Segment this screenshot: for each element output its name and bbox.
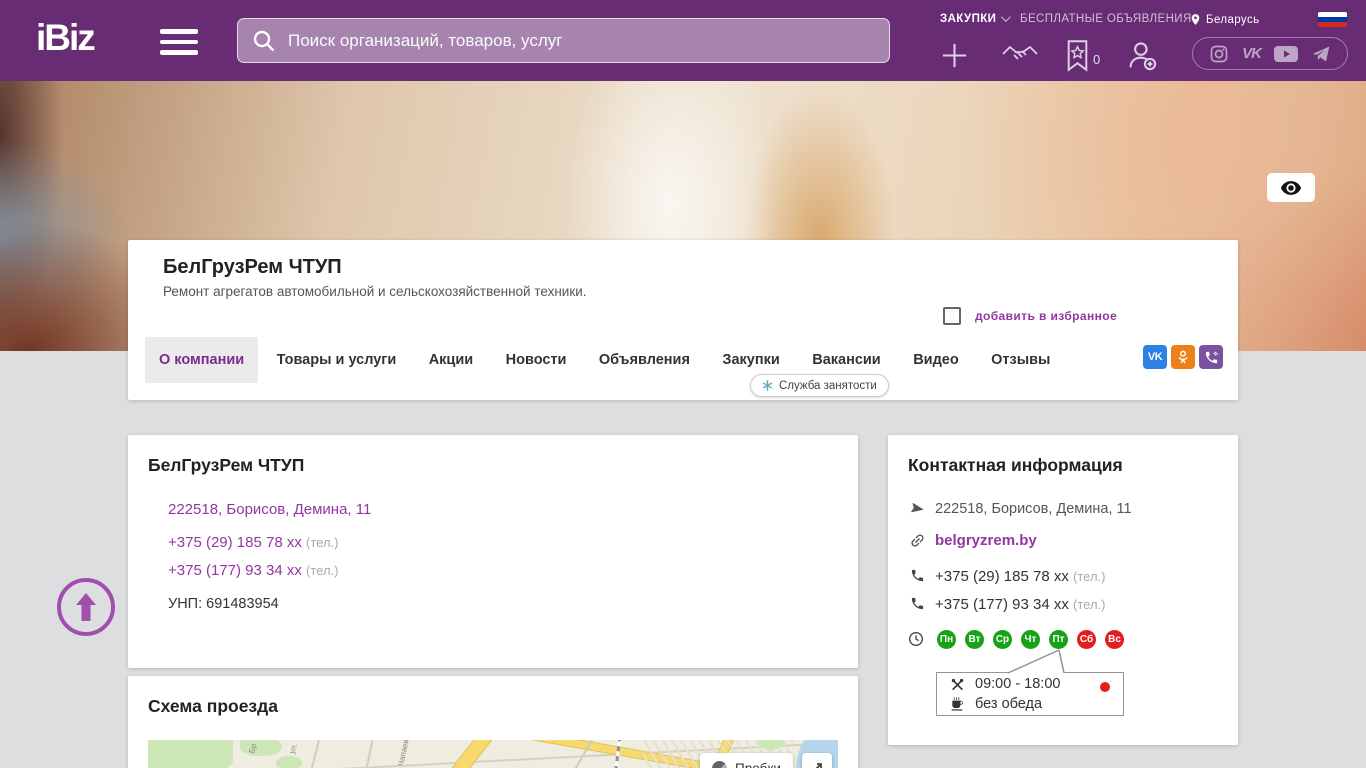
lunch-row: без обеда xyxy=(947,696,1042,712)
bookmark-star-icon[interactable] xyxy=(1064,39,1091,77)
expand-icon xyxy=(812,763,822,768)
hamburger-menu-icon[interactable] xyxy=(160,29,198,56)
phone-suffix: (тел.) xyxy=(306,535,339,550)
day-badge-sat[interactable]: Сб xyxy=(1077,630,1096,649)
contact-card-title: Контактная информация xyxy=(908,455,1123,475)
favorites-count: 0 xyxy=(1093,52,1101,67)
map-canvas[interactable]: Бр ул. Чапаева Пробки xyxy=(148,740,838,768)
website-link[interactable]: belgryzrem.by xyxy=(935,532,1037,549)
search-bar xyxy=(237,18,890,63)
contact-website-row[interactable]: belgryzrem.by xyxy=(908,532,1037,549)
contact-phone-row-2[interactable]: +375 (177) 93 34 xx (тел.) xyxy=(908,596,1105,613)
company-tabs: О компании Товары и услуги Акции Новости… xyxy=(145,337,1064,383)
vk-icon[interactable]: VK xyxy=(1143,345,1167,369)
header-social-bar: VK xyxy=(1192,37,1348,70)
telegram-icon[interactable] xyxy=(1311,44,1331,64)
company-title: БелГрузРем ЧТУП xyxy=(163,256,342,278)
phone-icon xyxy=(908,568,926,583)
tab-ads[interactable]: Объявления xyxy=(585,337,704,383)
map-card: Схема проезда Бр ул. Чапаева Пробки xyxy=(128,676,858,768)
favorite-label: добавить в избранное xyxy=(975,309,1118,323)
hours-row: 09:00 - 18:00 xyxy=(947,676,1060,692)
company-social-links: VK xyxy=(1143,345,1223,369)
odnoklassniki-icon[interactable] xyxy=(1171,345,1195,369)
person-add-icon[interactable] xyxy=(1126,40,1158,77)
contact-card: Контактная информация 222518, Борисов, Д… xyxy=(888,435,1238,745)
traffic-light-icon xyxy=(712,760,727,768)
about-phone-1[interactable]: +375 (29) 185 78 xx (тел.) xyxy=(168,534,338,551)
employment-asterisk-icon xyxy=(762,380,773,391)
search-icon xyxy=(253,30,275,51)
clock-icon xyxy=(908,631,924,652)
contact-phone-row-1[interactable]: +375 (29) 185 78 xx (тел.) xyxy=(908,568,1105,585)
day-badge-sun[interactable]: Вс xyxy=(1105,630,1124,649)
tools-icon xyxy=(947,677,967,692)
language-flag-ru[interactable] xyxy=(1318,12,1347,27)
search-input[interactable] xyxy=(276,30,889,51)
about-phone-2[interactable]: +375 (177) 93 34 xx (тел.) xyxy=(168,562,338,579)
about-card-title: БелГрузРем ЧТУП xyxy=(148,455,305,475)
status-dot xyxy=(1100,682,1110,692)
about-address-link[interactable]: 222518, Борисов, Демина, 11 xyxy=(168,501,371,518)
location-pin-icon xyxy=(1191,14,1200,25)
employment-service-badge[interactable]: Служба занятости xyxy=(750,374,889,397)
day-badge-thu[interactable]: Чт xyxy=(1021,630,1040,649)
navigation-arrow-icon xyxy=(908,501,926,516)
viber-icon[interactable] xyxy=(1199,345,1223,369)
traffic-button[interactable]: Пробки xyxy=(700,753,793,768)
chevron-down-icon xyxy=(1001,12,1012,23)
coffee-cup-icon xyxy=(947,696,967,712)
vk-icon[interactable]: VK xyxy=(1242,45,1262,62)
contact-address-row: 222518, Борисов, Демина, 11 xyxy=(908,501,1132,517)
day-badge-wed[interactable]: Ср xyxy=(993,630,1012,649)
menu-purchases[interactable]: ЗАКУПКИ xyxy=(940,12,1012,25)
arrow-up-icon xyxy=(76,593,96,621)
instagram-icon[interactable] xyxy=(1209,44,1229,64)
working-days: Пн Вт Ср Чт Пт Сб Вс xyxy=(937,630,1124,649)
tab-video[interactable]: Видео xyxy=(899,337,973,383)
phone-icon xyxy=(908,596,926,611)
youtube-icon[interactable] xyxy=(1273,45,1298,63)
day-badge-mon[interactable]: Пн xyxy=(937,630,956,649)
day-badge-fri[interactable]: Пт xyxy=(1049,630,1068,649)
country-selector[interactable]: Беларусь xyxy=(1189,13,1260,26)
tab-promotions[interactable]: Акции xyxy=(415,337,487,383)
views-eye-icon[interactable] xyxy=(1267,173,1315,202)
company-unp: УНП: 691483954 xyxy=(168,596,279,612)
tab-news[interactable]: Новости xyxy=(492,337,581,383)
map-expand-button[interactable] xyxy=(802,753,832,768)
scroll-to-top-button[interactable] xyxy=(57,578,115,636)
working-hours-tooltip: 09:00 - 18:00 без обеда xyxy=(936,672,1124,716)
page: iBiz ЗАКУПКИ БЕСПЛАТНЫЕ ОБЪЯВЛЕНИЯ Белар… xyxy=(0,0,1366,768)
tab-products[interactable]: Товары и услуги xyxy=(263,337,411,383)
link-icon xyxy=(908,532,926,549)
favorite-checkbox[interactable] xyxy=(943,307,961,325)
map-card-title: Схема проезда xyxy=(148,696,278,716)
menu-free-ads[interactable]: БЕСПЛАТНЫЕ ОБЪЯВЛЕНИЯ xyxy=(1020,13,1192,25)
tab-about[interactable]: О компании xyxy=(145,337,259,383)
tab-reviews[interactable]: Отзывы xyxy=(977,337,1064,383)
add-to-favorites[interactable]: добавить в избранное xyxy=(943,307,1117,325)
header: iBiz ЗАКУПКИ БЕСПЛАТНЫЕ ОБЪЯВЛЕНИЯ Белар… xyxy=(0,0,1366,81)
add-plus-icon[interactable] xyxy=(939,40,970,76)
about-card: БелГрузРем ЧТУП 222518, Борисов, Демина,… xyxy=(128,435,858,668)
handshake-icon[interactable] xyxy=(1001,40,1039,75)
company-header-card: БелГрузРем ЧТУП Ремонт агрегатов автомоб… xyxy=(128,240,1238,400)
site-logo[interactable]: iBiz xyxy=(36,17,96,59)
phone-suffix: (тел.) xyxy=(306,563,339,578)
company-subtitle: Ремонт агрегатов автомобильной и сельско… xyxy=(163,284,587,299)
day-badge-tue[interactable]: Вт xyxy=(965,630,984,649)
